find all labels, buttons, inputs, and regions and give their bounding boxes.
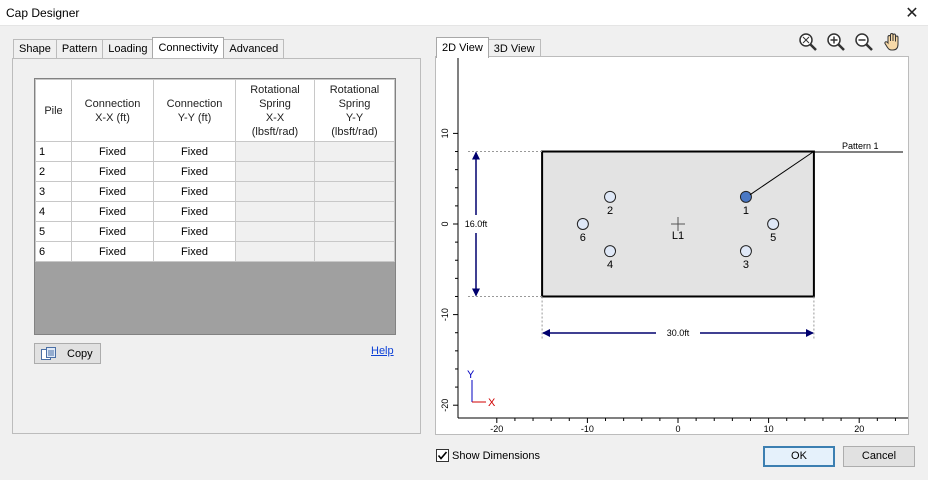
pile-label: 2	[607, 205, 613, 217]
checkbox-box[interactable]	[436, 449, 449, 462]
tab-pattern[interactable]: Pattern	[55, 39, 104, 58]
cell-spring-y[interactable]	[314, 201, 395, 222]
x-tick-label: -10	[581, 424, 594, 434]
title-bar: Cap Designer ✕	[0, 0, 928, 26]
pile-label: 3	[743, 259, 749, 271]
cap-plot[interactable]: -20 -10 0 10 20 10 0 -10 -20 30.0ft 16.0ft L1 1 2…	[436, 57, 908, 434]
pile-marker[interactable]	[739, 190, 752, 203]
cell-connection-x[interactable]: Fixed	[71, 221, 154, 242]
cell-pile[interactable]: 3	[35, 181, 72, 202]
table-row[interactable]: 3 Fixed Fixed	[35, 181, 395, 202]
header-pile: Pile	[35, 79, 72, 142]
tab-shape[interactable]: Shape	[13, 39, 57, 58]
show-dimensions-checkbox[interactable]: Show Dimensions	[436, 449, 540, 462]
cell-pile[interactable]: 5	[35, 221, 72, 242]
cell-connection-x[interactable]: Fixed	[71, 141, 154, 162]
view-toolbar	[792, 32, 904, 52]
cell-connection-y[interactable]: Fixed	[153, 161, 236, 182]
copy-icon	[41, 346, 57, 361]
zoom-out-icon[interactable]	[854, 32, 876, 52]
height-dimension-label: 16.0ft	[465, 219, 488, 229]
copy-button[interactable]: Copy	[34, 343, 101, 364]
tab-advanced[interactable]: Advanced	[223, 39, 285, 58]
cell-connection-x[interactable]: Fixed	[71, 181, 154, 202]
load-label: L1	[672, 230, 684, 242]
table-row[interactable]: 1 Fixed Fixed	[35, 141, 395, 162]
show-dimensions-label: Show Dimensions	[452, 449, 541, 462]
table-row[interactable]: 6 Fixed Fixed	[35, 241, 395, 262]
cell-spring-x[interactable]	[235, 181, 315, 202]
cell-pile[interactable]: 4	[35, 201, 72, 222]
pile-marker[interactable]	[739, 245, 752, 258]
cell-spring-x[interactable]	[235, 201, 315, 222]
zoom-in-icon[interactable]	[826, 32, 848, 52]
cell-pile[interactable]: 6	[35, 241, 72, 262]
x-tick-label: 0	[675, 424, 680, 434]
width-dimension-label: 30.0ft	[667, 328, 690, 338]
cell-spring-y[interactable]	[314, 241, 395, 262]
connectivity-grid: Pile Connection X-X (ft) Connection Y-Y (f…	[34, 78, 396, 335]
cell-connection-y[interactable]: Fixed	[153, 181, 236, 202]
cell-pile[interactable]: 1	[35, 141, 72, 162]
pile-label: 5	[770, 232, 776, 244]
connectivity-panel: Pile Connection X-X (ft) Connection Y-Y (f…	[12, 58, 421, 434]
window-title: Cap Designer	[6, 6, 80, 20]
cell-connection-y[interactable]: Fixed	[153, 141, 236, 162]
y-tick-label: 0	[440, 221, 450, 226]
cell-connection-x[interactable]: Fixed	[71, 161, 154, 182]
pile-marker[interactable]	[767, 218, 780, 230]
tab-connectivity[interactable]: Connectivity	[152, 37, 225, 58]
tab-2d-view[interactable]: 2D View	[436, 37, 489, 58]
cell-pile[interactable]: 2	[35, 161, 72, 182]
header-connection-y: Connection Y-Y (ft)	[153, 79, 236, 142]
y-tick-label: 10	[440, 128, 450, 138]
tab-loading[interactable]: Loading	[102, 39, 154, 58]
table-row[interactable]: 2 Fixed Fixed	[35, 161, 395, 182]
y-tick-label: -20	[440, 399, 450, 412]
cell-connection-y[interactable]: Fixed	[153, 241, 236, 262]
axis-indicator-y-label: Y	[467, 369, 475, 381]
header-spring-x: Rotational Spring X-X (lbsft/rad)	[235, 79, 315, 142]
table-body: 1 Fixed Fixed 2 Fixed Fixed 3 Fixed Fixed 4 Fixed F…	[35, 141, 395, 262]
connectivity-table: Pile Connection X-X (ft) Connection Y-Y (f…	[35, 79, 395, 262]
copy-button-label: Copy	[67, 347, 93, 360]
help-link[interactable]: Help	[371, 345, 394, 357]
cell-connection-x[interactable]: Fixed	[71, 201, 154, 222]
cell-spring-y[interactable]	[314, 141, 395, 162]
y-tick-label: -10	[440, 308, 450, 321]
x-tick-label: -20	[490, 424, 503, 434]
x-tick-label: 10	[764, 424, 774, 434]
left-tab-strip: Shape Pattern Loading Connectivity Advan…	[13, 37, 285, 59]
cell-spring-y[interactable]	[314, 181, 395, 202]
table-row[interactable]: 5 Fixed Fixed	[35, 221, 395, 242]
pile-label: 4	[607, 259, 613, 271]
zoom-fit-icon[interactable]	[798, 32, 820, 52]
cell-spring-x[interactable]	[235, 141, 315, 162]
table-row[interactable]: 4 Fixed Fixed	[35, 201, 395, 222]
pile-label: 6	[580, 232, 586, 244]
pile-marker[interactable]	[604, 190, 617, 203]
cell-spring-y[interactable]	[314, 161, 395, 182]
check-icon	[437, 451, 448, 460]
cell-spring-y[interactable]	[314, 221, 395, 242]
cell-spring-x[interactable]	[235, 161, 315, 182]
close-icon[interactable]: ✕	[904, 3, 920, 23]
x-tick-label: 20	[854, 424, 864, 434]
ok-button[interactable]: OK	[763, 446, 835, 467]
cell-spring-x[interactable]	[235, 241, 315, 262]
cell-connection-x[interactable]: Fixed	[71, 241, 154, 262]
pattern-label: Pattern 1	[842, 141, 879, 151]
header-spring-y: Rotational Spring Y-Y (lbsft/rad)	[314, 79, 395, 142]
cancel-button[interactable]: Cancel	[843, 446, 915, 467]
cell-connection-y[interactable]: Fixed	[153, 201, 236, 222]
axis-indicator-x-label: X	[488, 397, 496, 409]
cell-spring-x[interactable]	[235, 221, 315, 242]
pile-marker[interactable]	[604, 245, 617, 258]
cell-connection-y[interactable]: Fixed	[153, 221, 236, 242]
plot-panel: -20 -10 0 10 20 10 0 -10 -20 30.0ft 16.0ft L1 1 2…	[435, 56, 909, 435]
pile-marker[interactable]	[576, 218, 589, 230]
pan-hand-icon[interactable]	[882, 32, 904, 52]
header-connection-x: Connection X-X (ft)	[71, 79, 154, 142]
pile-label: 1	[743, 205, 749, 217]
